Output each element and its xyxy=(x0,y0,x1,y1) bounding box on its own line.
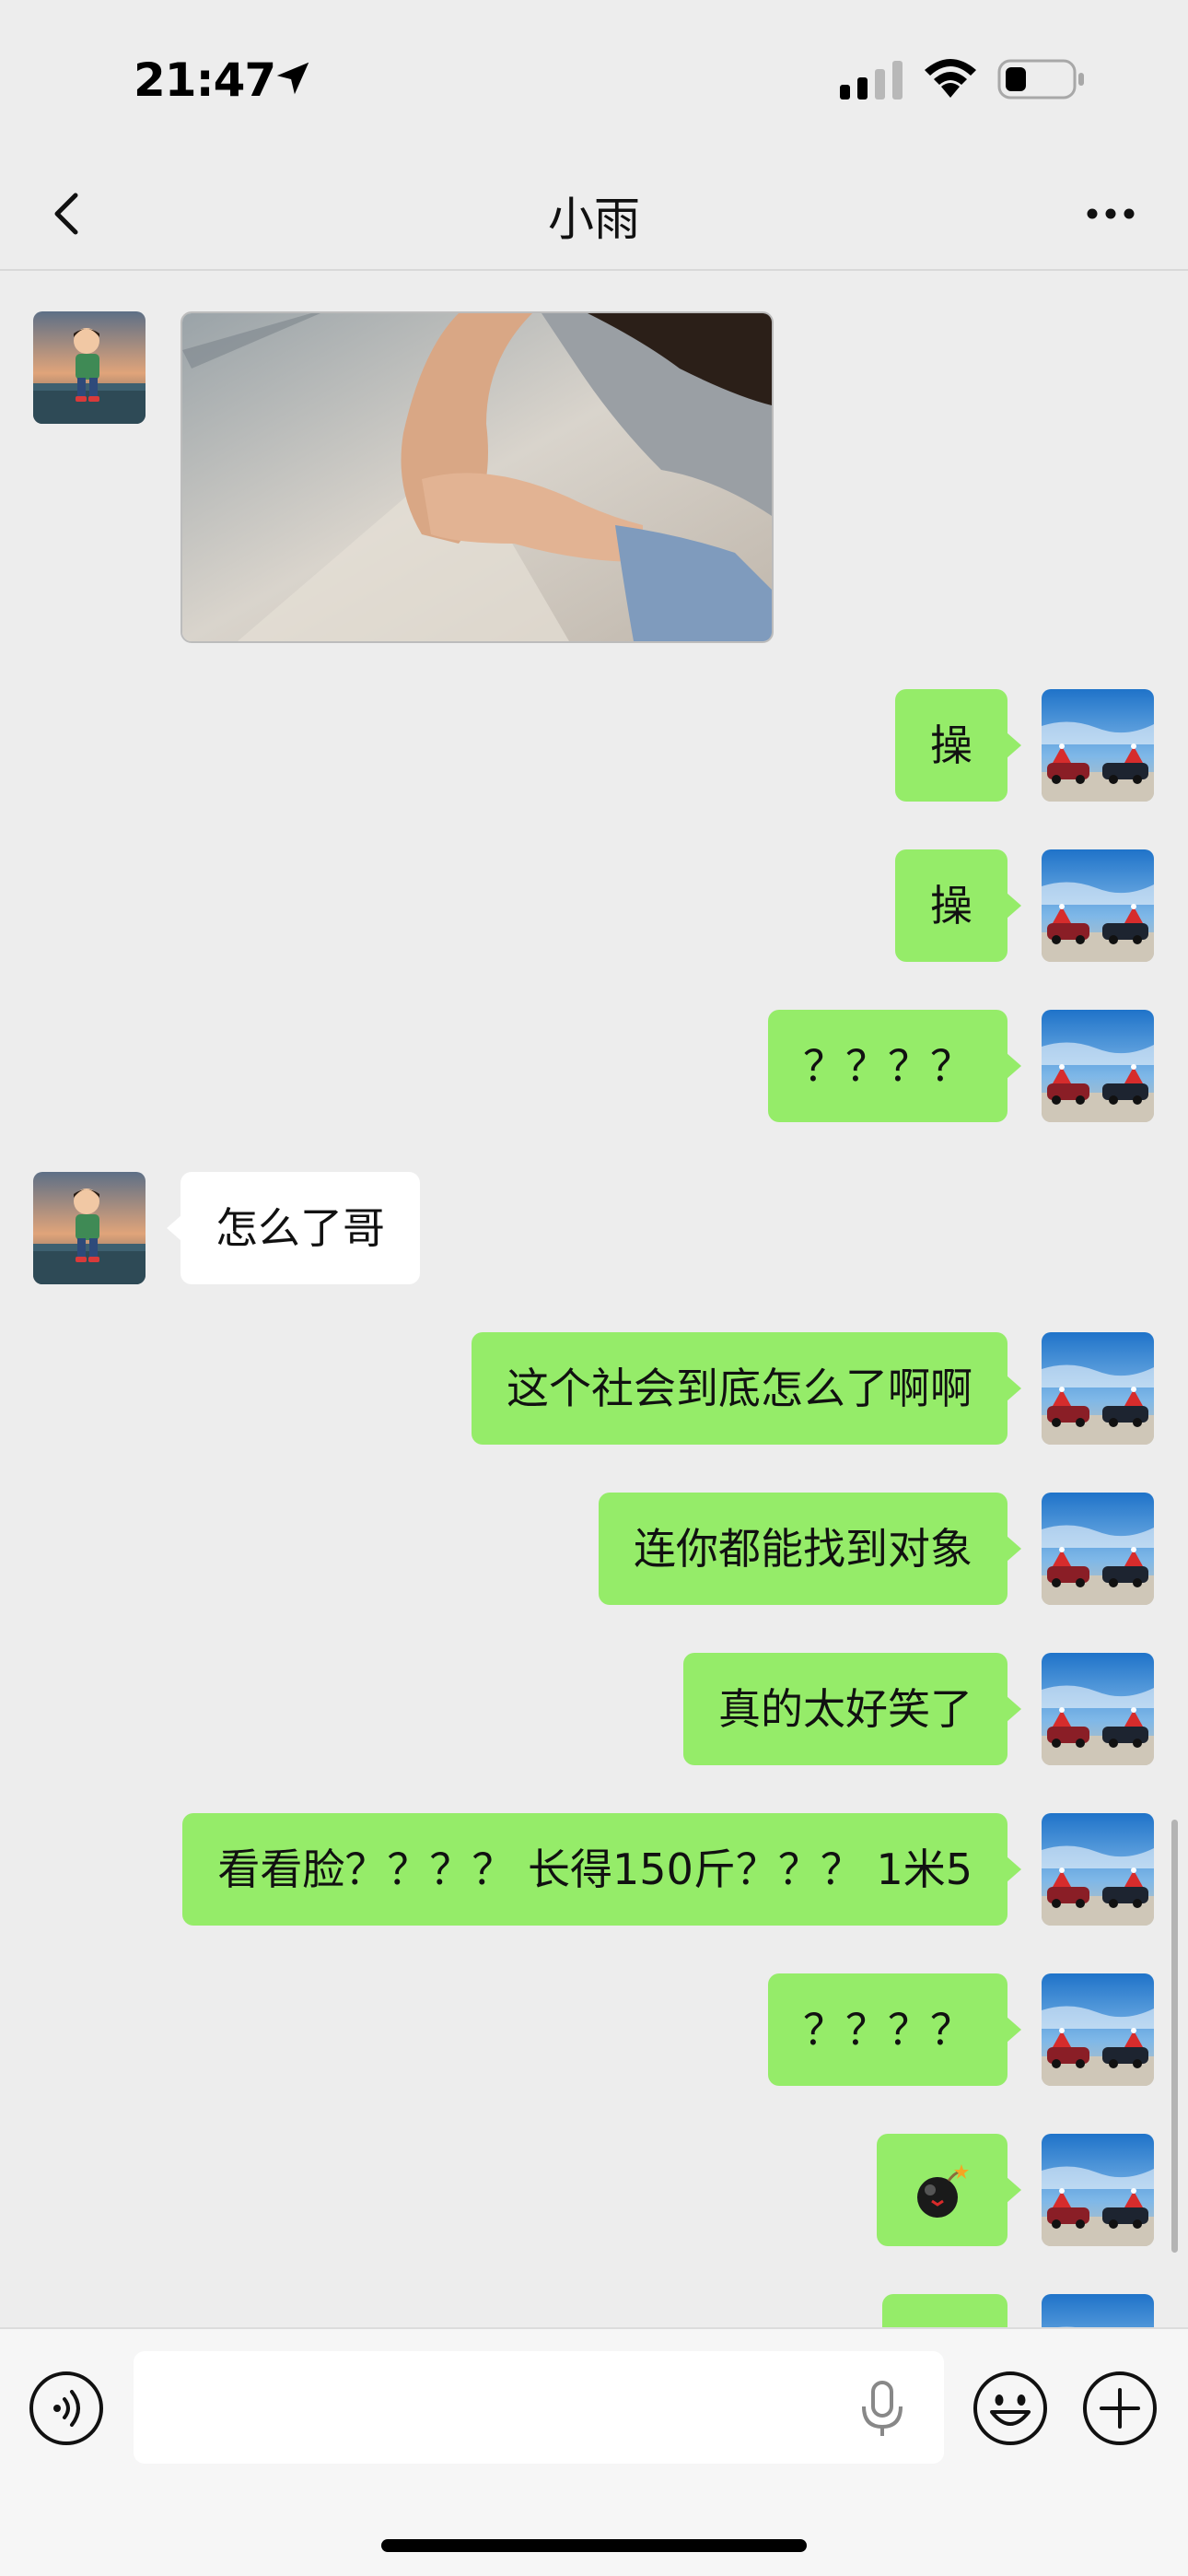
image-message[interactable] xyxy=(181,311,774,643)
scrollbar[interactable] xyxy=(1171,1820,1178,2253)
my-avatar[interactable] xyxy=(1042,2134,1154,2246)
sent-message-bubble[interactable]: 这个社会到底怎么了啊啊 xyxy=(472,1332,1021,1445)
contact-avatar[interactable] xyxy=(33,1172,146,1284)
bomb-icon xyxy=(917,2163,969,2218)
sent-message-bubble[interactable]: ？？？？ xyxy=(768,1973,1021,2086)
sent-message-bubble[interactable]: 操 xyxy=(895,689,1021,802)
sent-emoji-bubble[interactable] xyxy=(877,2134,1021,2246)
my-avatar[interactable] xyxy=(1042,2294,1154,2327)
sent-message-bubble[interactable]: ？？？？ xyxy=(768,1010,1021,1122)
sent-message-bubble[interactable]: 看看脸？？？？ 长得150斤？？？ 1米5 xyxy=(182,1813,1021,1926)
battery-icon xyxy=(997,59,1084,100)
status-bar: 21:47 xyxy=(0,0,1188,157)
more-options-button[interactable] xyxy=(1076,179,1146,249)
my-avatar[interactable] xyxy=(1042,1493,1154,1605)
sent-message-bubble[interactable]: 连你都能找到对象 xyxy=(599,1493,1021,1605)
sent-message-bubble[interactable]: 操 xyxy=(895,849,1021,962)
message-input[interactable] xyxy=(134,2351,944,2464)
my-avatar[interactable] xyxy=(1042,689,1154,802)
my-avatar[interactable] xyxy=(1042,1813,1154,1926)
home-indicator[interactable] xyxy=(381,2539,807,2552)
plus-icon[interactable] xyxy=(1081,2370,1159,2447)
sent-emoji-bubble[interactable] xyxy=(882,2294,1007,2327)
my-avatar[interactable] xyxy=(1042,1653,1154,1765)
signal-icon xyxy=(840,61,903,100)
status-time: 21:47 xyxy=(134,53,276,107)
chat-title: 小雨 xyxy=(548,193,640,246)
contact-avatar[interactable] xyxy=(33,311,146,424)
sent-message-bubble[interactable]: 真的太好笑了 xyxy=(683,1653,1021,1765)
received-message-bubble[interactable]: 怎么了哥 xyxy=(167,1172,420,1284)
my-avatar[interactable] xyxy=(1042,849,1154,962)
my-avatar[interactable] xyxy=(1042,1973,1154,2086)
my-avatar[interactable] xyxy=(1042,1010,1154,1122)
smiley-icon[interactable] xyxy=(972,2370,1049,2447)
microphone-icon[interactable] xyxy=(856,2379,908,2438)
message-list[interactable]: 操 操 ？？？？ 怎么了哥 这个社会到底怎么了啊啊 连你都能找到对象 真的太好笑… xyxy=(0,273,1188,2327)
voice-icon[interactable] xyxy=(28,2370,105,2447)
chat-header: 小雨 xyxy=(0,157,1188,271)
location-arrow-icon xyxy=(276,62,309,95)
my-avatar[interactable] xyxy=(1042,1332,1154,1445)
wifi-icon xyxy=(925,59,976,98)
